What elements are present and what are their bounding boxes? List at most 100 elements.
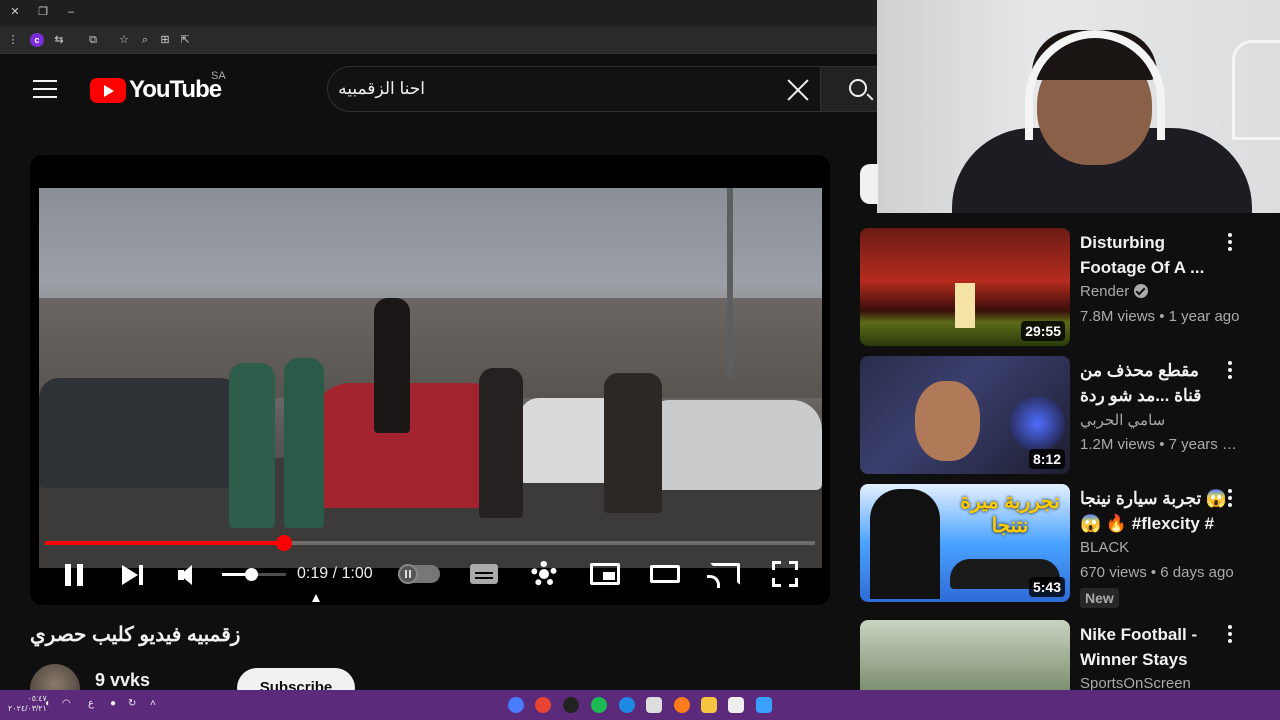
country-code: SA: [211, 70, 226, 82]
hamburger-menu-icon[interactable]: [33, 80, 57, 98]
chip-scroll-button[interactable]: [860, 164, 878, 204]
minimize-window-icon[interactable]: –: [64, 5, 78, 19]
fullscreen-icon[interactable]: [772, 561, 798, 587]
seek-bar-played: [45, 541, 284, 545]
spotify-icon[interactable]: [591, 697, 607, 713]
obs-icon[interactable]: [563, 697, 579, 713]
channel-name[interactable]: 9 vvks: [95, 670, 150, 691]
translate-icon[interactable]: ⊞: [158, 33, 172, 47]
recommendation-channel[interactable]: سامي الحربي: [1080, 411, 1165, 429]
volume-icon[interactable]: [178, 560, 200, 590]
thumbnail-figure: [870, 489, 940, 599]
video-frame[interactable]: [39, 188, 822, 568]
search-icon: [849, 79, 867, 97]
video-player[interactable]: 0:19 / 1:00: [30, 155, 830, 605]
seek-handle[interactable]: [275, 535, 292, 551]
zoom-icon[interactable]: ⌕: [138, 33, 152, 47]
duration-badge: 8:12: [1028, 449, 1065, 469]
clock-time: ٠٥:٤٧: [27, 694, 47, 703]
more-options-icon[interactable]: [1228, 625, 1232, 645]
thumbnail-light: [1010, 396, 1065, 451]
volume-tray-icon[interactable]: ◖: [44, 698, 50, 709]
close-window-icon[interactable]: ✕: [8, 5, 22, 19]
sync-icon[interactable]: ↻: [128, 698, 136, 709]
window-app-icon[interactable]: [728, 697, 744, 713]
clock-date: ٢٠٢٤/٠٣/٢١: [8, 704, 47, 713]
settings-gear-icon[interactable]: [531, 561, 557, 587]
scene-person: [229, 363, 275, 528]
clear-search-icon[interactable]: [784, 76, 812, 104]
scene-person: [374, 298, 410, 433]
subtitles-icon[interactable]: [470, 564, 498, 584]
video-title: زقمبيه فيديو كليب حصري: [30, 624, 241, 646]
new-badge: New: [1080, 588, 1119, 608]
thumbnail-figure: [915, 381, 980, 461]
scene-person: [479, 368, 523, 518]
mouse-cursor: [312, 594, 320, 602]
microphone-icon[interactable]: ●: [110, 698, 116, 709]
duration-badge: 5:43: [1028, 577, 1065, 597]
pause-button[interactable]: [63, 560, 85, 590]
duration-badge: 29:55: [1021, 321, 1065, 341]
theater-mode-icon[interactable]: [650, 565, 680, 583]
puzzle-extensions-icon[interactable]: ⧉: [86, 33, 100, 47]
time-display: 0:19 / 1:00: [297, 565, 373, 582]
more-options-icon[interactable]: [1228, 361, 1232, 381]
language-indicator[interactable]: ع: [88, 698, 94, 709]
scene-person: [604, 373, 662, 513]
more-options-icon[interactable]: [1228, 489, 1232, 509]
verified-check-icon: [1134, 284, 1149, 298]
recommendation-item[interactable]: نجرربة ميرة نتنجا 5:43 😱 تجربة سيارة نين…: [860, 484, 1280, 608]
windows-start-icon[interactable]: [756, 697, 772, 713]
video-thumbnail[interactable]: 29:55: [860, 228, 1070, 346]
webcam-overlay: [877, 0, 1280, 213]
share-icon[interactable]: ⇱: [178, 33, 192, 47]
recommendation-meta: 670 views • 6 days ago: [1080, 564, 1234, 581]
bookmark-star-icon[interactable]: ☆: [117, 33, 131, 47]
scene-person: [284, 358, 324, 528]
thumbnail-figure: [955, 283, 975, 328]
recommendation-item[interactable]: 29:55 Disturbing Footage Of A ... Render…: [860, 228, 1280, 346]
clapperboard-icon[interactable]: [646, 697, 662, 713]
scene-car: [649, 400, 822, 490]
firefox-icon[interactable]: [674, 697, 690, 713]
folder-icon[interactable]: [701, 697, 717, 713]
thumbnail-text: نجرربة ميرة نتنجا: [960, 491, 1060, 537]
extension-c-icon[interactable]: c: [30, 33, 44, 47]
chrome-icon[interactable]: [535, 697, 551, 713]
search-query: احنا الزقمبيه: [338, 79, 425, 98]
recommendation-channel[interactable]: BLACK: [1080, 539, 1129, 556]
miniplayer-icon[interactable]: [590, 563, 620, 585]
restore-window-icon[interactable]: ❐: [36, 5, 50, 19]
recommendation-title[interactable]: 😱 تجربة سيارة نينجا # flexcity# 🔥 😱: [1080, 486, 1230, 536]
tray-clock[interactable]: ٠٥:٤٧ ٢٠٢٤/٠٣/٢١: [8, 694, 47, 714]
recommendation-channel[interactable]: Render: [1080, 283, 1149, 300]
recommendation-title[interactable]: Disturbing Footage Of A ...: [1080, 230, 1230, 280]
logo-wordmark: YouTube: [129, 76, 222, 103]
video-thumbnail[interactable]: نجرربة ميرة نتنجا 5:43: [860, 484, 1070, 602]
recommendation-title[interactable]: مقطع محذف من قناة ...مد شو ردة فعله على: [1080, 358, 1230, 410]
cast-icon[interactable]: [707, 563, 740, 588]
extension-icon[interactable]: ⇆: [52, 33, 66, 47]
next-button[interactable]: [120, 560, 146, 590]
recommendation-item[interactable]: 8:12 مقطع محذف من قناة ...مد شو ردة فعله…: [860, 356, 1280, 474]
chevron-up-icon[interactable]: ˄: [150, 698, 156, 709]
search-input[interactable]: احنا الزقمبيه: [327, 66, 820, 112]
youtube-play-icon: [90, 78, 126, 103]
webcam-shelf: [1232, 40, 1280, 140]
screen: ✕ ❐ – ⋮ c ⇆ ⧉ ☆ ⌕ ⊞ ⇱ YouTube SA احنا ال…: [0, 0, 1280, 720]
autoplay-toggle[interactable]: [398, 564, 440, 584]
search-button[interactable]: [820, 66, 880, 112]
browser-menu-icon[interactable]: ⋮: [6, 33, 20, 47]
volume-slider[interactable]: [222, 568, 286, 581]
scene-pole: [727, 188, 733, 378]
edge-icon[interactable]: [619, 697, 635, 713]
seek-bar[interactable]: [45, 535, 815, 551]
recommendation-meta: 7.8M views • 1 year ago: [1080, 308, 1240, 325]
discord-icon[interactable]: [508, 697, 524, 713]
recommendation-title[interactable]: Nike Football - Winner Stays: [1080, 622, 1230, 672]
video-thumbnail[interactable]: 8:12: [860, 356, 1070, 474]
volume-handle[interactable]: [244, 568, 258, 581]
wifi-icon[interactable]: ◠: [62, 698, 71, 709]
more-options-icon[interactable]: [1228, 233, 1232, 253]
